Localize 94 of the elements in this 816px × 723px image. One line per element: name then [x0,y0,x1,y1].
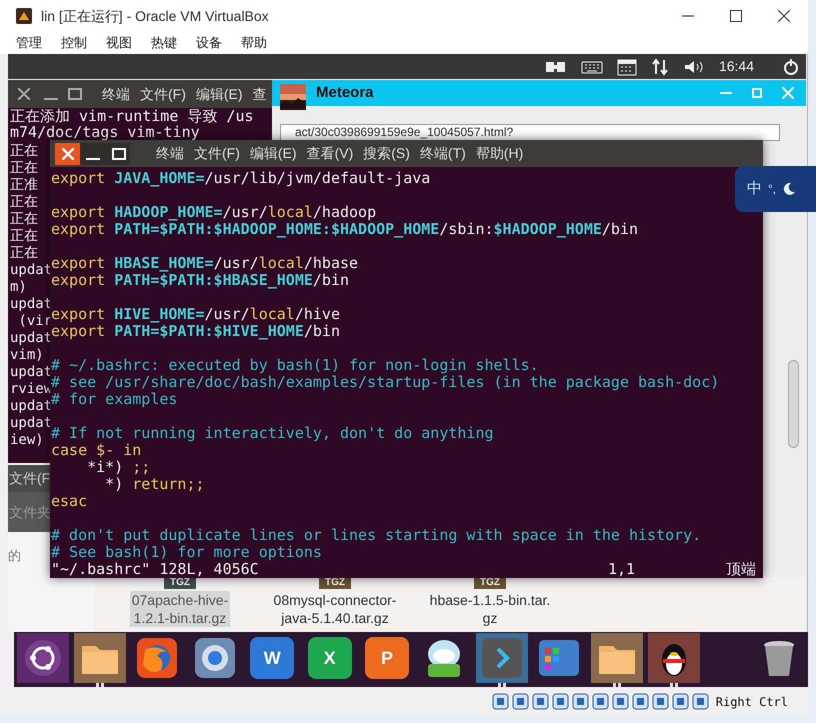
window-title: Meteora [316,82,374,103]
dock-item[interactable] [648,633,700,683]
folder-icon[interactable] [592,693,609,710]
terminal-line: 正在添加 vim-runtime 导致 /us [10,108,254,124]
calendar-icon[interactable] [616,58,637,76]
terminal-line: updat [10,296,52,312]
window-icon[interactable] [632,693,649,710]
scrollbar-thumb[interactable] [788,360,799,448]
code-line: export PATH=$PATH:$HADOOP_HOME:$HADOOP_HOME/sbin:$HADOOP_HOME/bin [51,221,638,238]
file-name[interactable]: 08mysql-connector- java-5.1.40.tar.gz [272,591,398,627]
menu-item[interactable]: 文件(F) [140,84,186,104]
code-line: # ~/.bashrc: executed by bash(1) for non-login shells. [51,355,539,374]
scroll-position: 顶端 [726,561,756,578]
sidebar-item[interactable]: 的 [8,546,21,566]
address-field[interactable]: act/30c0398699159e9e_10045057.html? [280,124,780,141]
menu-item[interactable]: 设备 [196,33,222,53]
menu-item[interactable]: 控制 [61,33,87,53]
audio-icon[interactable] [532,693,549,710]
status-text: "~/.bashrc" 128L, 4056C [51,561,259,578]
window-title: lin [正在运行] - Oracle VM VirtualBox [41,6,269,26]
code-line: export JAVA_HOME=/usr/lib/jvm/default-java [51,170,430,187]
terminal-line: 正在 [10,143,38,160]
settings-icon[interactable] [782,58,800,76]
terminal-line: 正准 [10,177,38,194]
app-icon [15,7,33,25]
moon-icon[interactable] [782,182,796,196]
usb-icon[interactable] [572,693,589,710]
menu-item[interactable]: 查看(V) [306,143,354,164]
menu-item[interactable]: 帮助(H) [476,143,524,164]
code-line: # If not running interactively, don't do anything [51,423,494,442]
code-line: *) return;; [104,476,205,493]
file-name[interactable]: hbase-1.1.5-bin.tar. gz [428,591,552,627]
code-line: # don't put duplicate lines or lines starting with space in the history. [51,525,702,544]
punctuation-mode[interactable]: °, [768,180,776,198]
menu-item[interactable]: 视图 [106,33,132,53]
cursor-position: 1,1 [608,561,636,578]
code-line: case $- in [51,442,142,459]
terminal-line: 正在 [10,194,38,211]
close-button[interactable] [55,142,80,164]
terminal-line: 正在 [10,211,38,228]
menu-item[interactable]: 编辑(E) [250,143,297,164]
mouse-icon[interactable] [672,693,689,710]
file-type-badge: TGZ [164,577,196,589]
code-line: # see /usr/share/doc/bash/examples/startup-files (in the package bash-doc) [51,374,720,391]
terminal-line: 正在 [10,160,38,177]
network-arrows-icon[interactable] [650,58,669,76]
code-line: # for examples [51,391,178,408]
maximize-icon[interactable] [730,10,742,22]
volume-icon[interactable] [682,58,705,74]
menu-item[interactable]: 终端 [156,143,184,164]
menu-item[interactable]: 终端 [102,84,130,104]
file-type-badge: TGZ [474,577,506,589]
terminal-line: updat [10,262,52,278]
display-icon[interactable] [612,693,629,710]
menu-item[interactable]: 热键 [151,33,177,53]
terminal-line: 正在 [10,228,38,245]
terminal-line: updat [10,415,52,431]
menu-item[interactable]: 帮助 [241,33,267,53]
code-line: *i*) ;; [86,459,150,476]
code-line: export HADOOP_HOME=/usr/local/hadoop [51,202,376,221]
menu-item[interactable]: 终端(T) [420,143,466,164]
code-line: # See bash(1) for more options [51,544,322,561]
globe-icon [192,636,237,680]
terminal-line: m) [10,279,27,296]
menu-item[interactable]: 文件(F) [194,143,240,164]
code-line: esac [51,493,88,510]
file-name[interactable]: 07apache-hive- 1.2.1-bin.tar.gz [130,591,230,627]
close-icon[interactable] [778,10,790,22]
terminal-line: iew) [10,432,44,449]
terminal-line: (vir [17,313,52,329]
terminal-line: updat [10,330,52,347]
terminal-icon [480,636,524,680]
firefox-icon [135,636,180,680]
code-line: export HIVE_HOME=/usr/local/hive [51,304,340,323]
dock-item[interactable] [16,633,69,683]
code-line: export PATH=$PATH:$HIVE_HOME/bin [51,323,340,340]
menu-item[interactable]: 管理 [16,33,42,53]
terminal-line: updat [10,398,52,415]
terminal-line: 正在 [10,245,38,262]
terminal-line: m74/doc/tags vim-tiny [10,124,200,140]
host-key-label: Right Ctrl [716,694,788,710]
terminal-line: vim) [10,347,44,364]
code-line: export HBASE_HOME=/usr/local/hbase [51,253,358,272]
menu-item[interactable]: 查 [252,84,267,104]
clock: 16:44 [718,57,754,76]
network-icon[interactable] [552,693,569,710]
menu-item[interactable]: 编辑(E) [196,84,243,104]
input-mode[interactable]: 中 [747,178,762,200]
menu-item[interactable]: 搜索(S) [363,143,410,164]
keyboard-icon[interactable] [580,58,603,74]
code-line: export PATH=$PATH:$HBASE_HOME/bin [51,272,350,289]
terminal-line: updat [10,364,52,380]
chip-icon[interactable] [652,693,669,710]
file-type-badge: TGZ [319,577,351,589]
